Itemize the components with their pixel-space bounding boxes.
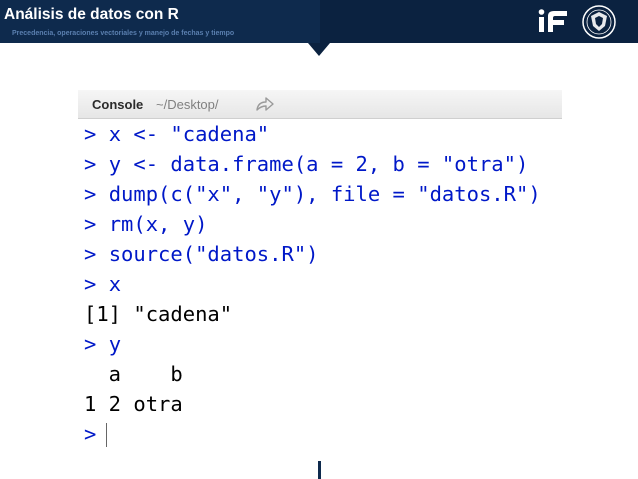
console-output-text: [1] "cadena" bbox=[84, 302, 233, 326]
console-input-line[interactable]: > bbox=[84, 419, 108, 449]
console-prompt: > bbox=[84, 332, 109, 356]
console-prompt: > bbox=[84, 212, 109, 236]
console-prompt: > bbox=[84, 422, 97, 446]
console-command: dump(c("x", "y"), file = "datos.R") bbox=[108, 182, 541, 206]
console-command: y bbox=[108, 332, 122, 356]
console-line: > dump(c("x", "y"), file = "datos.R") bbox=[84, 179, 541, 209]
console-output[interactable]: > x <- "cadena" > y <- data.frame(a = 2,… bbox=[78, 119, 562, 462]
console-line: > y bbox=[84, 329, 121, 359]
working-directory-path: ~/Desktop/ bbox=[156, 97, 219, 112]
if-logo bbox=[538, 9, 567, 32]
title-banner: Análisis de datos con R Precedencia, ope… bbox=[0, 0, 638, 43]
console-line: > x <- "cadena" bbox=[84, 119, 269, 149]
unam-seal bbox=[582, 5, 616, 39]
console-line: a b bbox=[84, 359, 183, 389]
r-console-panel[interactable]: Console ~/Desktop/ > x <- "cadena" > y <… bbox=[78, 90, 562, 462]
console-prompt: > bbox=[84, 272, 109, 296]
console-command: x bbox=[108, 272, 122, 296]
text-cursor bbox=[106, 423, 108, 447]
console-line: > source("datos.R") bbox=[84, 239, 319, 269]
console-command: source("datos.R") bbox=[108, 242, 319, 266]
console-header-bar: Console ~/Desktop/ bbox=[78, 90, 562, 119]
bottom-divider-tick bbox=[318, 461, 321, 479]
go-to-directory-arrow-icon[interactable] bbox=[255, 96, 275, 112]
console-command: rm(x, y) bbox=[108, 212, 208, 236]
console-command: y <- data.frame(a = 2, b = "otra") bbox=[108, 152, 529, 176]
console-prompt: > bbox=[84, 122, 109, 146]
console-tab-label[interactable]: Console bbox=[92, 97, 143, 112]
console-line: > x bbox=[84, 269, 121, 299]
console-line: 1 2 otra bbox=[84, 389, 183, 419]
console-line: > y <- data.frame(a = 2, b = "otra") bbox=[84, 149, 528, 179]
banner-notch bbox=[308, 43, 330, 56]
console-line: [1] "cadena" bbox=[84, 299, 232, 329]
console-command: x <- "cadena" bbox=[108, 122, 270, 146]
console-line: > rm(x, y) bbox=[84, 209, 207, 239]
slide-subtitle: Precedencia, operaciones vectoriales y m… bbox=[12, 30, 235, 37]
console-prompt: > bbox=[84, 242, 109, 266]
console-prompt: > bbox=[84, 152, 109, 176]
console-prompt: > bbox=[84, 182, 109, 206]
console-output-text: a b bbox=[84, 362, 183, 386]
title-banner-left: Análisis de datos con R Precedencia, ope… bbox=[0, 0, 320, 43]
console-output-text: 1 2 otra bbox=[84, 392, 183, 416]
slide-title: Análisis de datos con R bbox=[4, 6, 179, 23]
